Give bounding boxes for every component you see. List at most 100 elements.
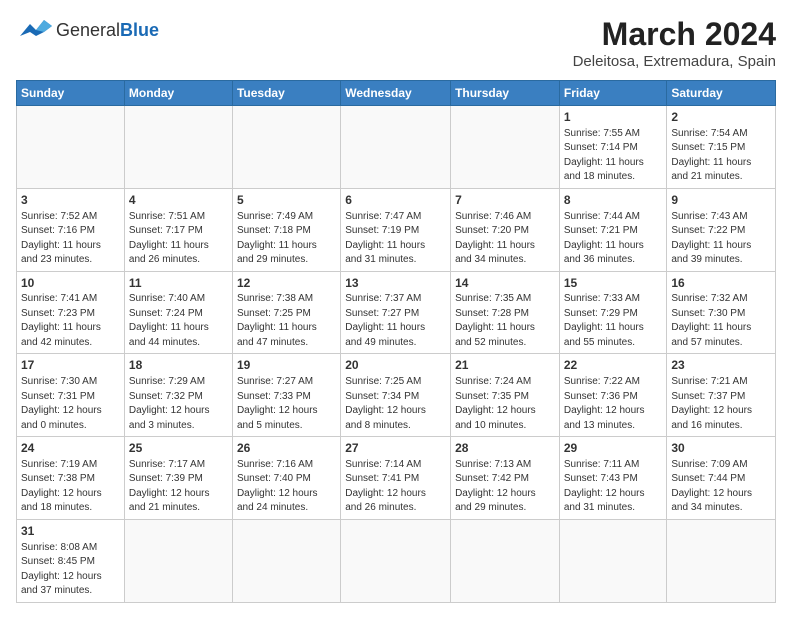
day-info: Sunrise: 7:38 AM Sunset: 7:25 PM Dayligh… xyxy=(237,292,336,350)
day-info: Sunrise: 7:46 AM Sunset: 7:20 PM Dayligh… xyxy=(455,210,555,268)
calendar-cell: 11Sunrise: 7:40 AM Sunset: 7:24 PM Dayli… xyxy=(124,271,232,354)
calendar-cell xyxy=(124,106,232,189)
day-number: 2 xyxy=(671,109,771,126)
day-header-sunday: Sunday xyxy=(17,81,125,106)
calendar-cell xyxy=(451,106,560,189)
day-info: Sunrise: 7:14 AM Sunset: 7:41 PM Dayligh… xyxy=(345,458,446,516)
calendar-table: SundayMondayTuesdayWednesdayThursdayFrid… xyxy=(16,80,776,603)
calendar-cell: 15Sunrise: 7:33 AM Sunset: 7:29 PM Dayli… xyxy=(559,271,667,354)
day-number: 19 xyxy=(237,357,336,374)
calendar-cell: 12Sunrise: 7:38 AM Sunset: 7:25 PM Dayli… xyxy=(232,271,340,354)
day-header-monday: Monday xyxy=(124,81,232,106)
day-info: Sunrise: 7:22 AM Sunset: 7:36 PM Dayligh… xyxy=(564,375,663,433)
day-number: 18 xyxy=(129,357,228,374)
calendar-cell xyxy=(559,519,667,602)
day-info: Sunrise: 7:35 AM Sunset: 7:28 PM Dayligh… xyxy=(455,292,555,350)
calendar-cell: 30Sunrise: 7:09 AM Sunset: 7:44 PM Dayli… xyxy=(667,437,776,520)
day-header-wednesday: Wednesday xyxy=(341,81,451,106)
calendar-cell: 24Sunrise: 7:19 AM Sunset: 7:38 PM Dayli… xyxy=(17,437,125,520)
day-info: Sunrise: 7:19 AM Sunset: 7:38 PM Dayligh… xyxy=(21,458,120,516)
day-info: Sunrise: 7:54 AM Sunset: 7:15 PM Dayligh… xyxy=(671,127,771,185)
calendar-cell: 5Sunrise: 7:49 AM Sunset: 7:18 PM Daylig… xyxy=(232,188,340,271)
day-number: 28 xyxy=(455,440,555,457)
day-info: Sunrise: 8:08 AM Sunset: 8:45 PM Dayligh… xyxy=(21,541,120,599)
day-number: 14 xyxy=(455,275,555,292)
day-info: Sunrise: 7:29 AM Sunset: 7:32 PM Dayligh… xyxy=(129,375,228,433)
day-info: Sunrise: 7:13 AM Sunset: 7:42 PM Dayligh… xyxy=(455,458,555,516)
calendar-cell: 31Sunrise: 8:08 AM Sunset: 8:45 PM Dayli… xyxy=(17,519,125,602)
day-info: Sunrise: 7:17 AM Sunset: 7:39 PM Dayligh… xyxy=(129,458,228,516)
day-info: Sunrise: 7:27 AM Sunset: 7:33 PM Dayligh… xyxy=(237,375,336,433)
calendar-week-row: 10Sunrise: 7:41 AM Sunset: 7:23 PM Dayli… xyxy=(17,271,776,354)
calendar-cell xyxy=(451,519,560,602)
day-info: Sunrise: 7:52 AM Sunset: 7:16 PM Dayligh… xyxy=(21,210,120,268)
day-info: Sunrise: 7:32 AM Sunset: 7:30 PM Dayligh… xyxy=(671,292,771,350)
calendar-cell xyxy=(232,519,340,602)
day-info: Sunrise: 7:43 AM Sunset: 7:22 PM Dayligh… xyxy=(671,210,771,268)
day-number: 17 xyxy=(21,357,120,374)
day-number: 25 xyxy=(129,440,228,457)
day-info: Sunrise: 7:37 AM Sunset: 7:27 PM Dayligh… xyxy=(345,292,446,350)
calendar-cell: 2Sunrise: 7:54 AM Sunset: 7:15 PM Daylig… xyxy=(667,106,776,189)
calendar-cell xyxy=(124,519,232,602)
day-header-thursday: Thursday xyxy=(451,81,560,106)
day-number: 29 xyxy=(564,440,663,457)
calendar-cell: 18Sunrise: 7:29 AM Sunset: 7:32 PM Dayli… xyxy=(124,354,232,437)
calendar-cell xyxy=(232,106,340,189)
day-number: 4 xyxy=(129,192,228,209)
calendar-cell xyxy=(341,106,451,189)
title-area: March 2024 Deleitosa, Extremadura, Spain xyxy=(573,16,776,70)
calendar-week-row: 24Sunrise: 7:19 AM Sunset: 7:38 PM Dayli… xyxy=(17,437,776,520)
calendar-cell: 29Sunrise: 7:11 AM Sunset: 7:43 PM Dayli… xyxy=(559,437,667,520)
day-number: 24 xyxy=(21,440,120,457)
day-header-saturday: Saturday xyxy=(667,81,776,106)
calendar-header-row: SundayMondayTuesdayWednesdayThursdayFrid… xyxy=(17,81,776,106)
day-info: Sunrise: 7:41 AM Sunset: 7:23 PM Dayligh… xyxy=(21,292,120,350)
day-number: 31 xyxy=(21,523,120,540)
day-header-friday: Friday xyxy=(559,81,667,106)
calendar-cell: 20Sunrise: 7:25 AM Sunset: 7:34 PM Dayli… xyxy=(341,354,451,437)
calendar-week-row: 31Sunrise: 8:08 AM Sunset: 8:45 PM Dayli… xyxy=(17,519,776,602)
calendar-week-row: 1Sunrise: 7:55 AM Sunset: 7:14 PM Daylig… xyxy=(17,106,776,189)
calendar-cell xyxy=(341,519,451,602)
calendar-cell: 6Sunrise: 7:47 AM Sunset: 7:19 PM Daylig… xyxy=(341,188,451,271)
day-info: Sunrise: 7:30 AM Sunset: 7:31 PM Dayligh… xyxy=(21,375,120,433)
day-info: Sunrise: 7:25 AM Sunset: 7:34 PM Dayligh… xyxy=(345,375,446,433)
calendar-subtitle: Deleitosa, Extremadura, Spain xyxy=(573,53,776,70)
day-number: 11 xyxy=(129,275,228,292)
day-number: 13 xyxy=(345,275,446,292)
calendar-title: March 2024 xyxy=(573,16,776,53)
day-number: 3 xyxy=(21,192,120,209)
day-number: 16 xyxy=(671,275,771,292)
day-number: 9 xyxy=(671,192,771,209)
calendar-cell: 19Sunrise: 7:27 AM Sunset: 7:33 PM Dayli… xyxy=(232,354,340,437)
calendar-cell: 13Sunrise: 7:37 AM Sunset: 7:27 PM Dayli… xyxy=(341,271,451,354)
day-number: 27 xyxy=(345,440,446,457)
day-header-tuesday: Tuesday xyxy=(232,81,340,106)
day-info: Sunrise: 7:21 AM Sunset: 7:37 PM Dayligh… xyxy=(671,375,771,433)
day-number: 15 xyxy=(564,275,663,292)
day-number: 5 xyxy=(237,192,336,209)
day-number: 10 xyxy=(21,275,120,292)
day-number: 21 xyxy=(455,357,555,374)
day-number: 7 xyxy=(455,192,555,209)
calendar-cell: 17Sunrise: 7:30 AM Sunset: 7:31 PM Dayli… xyxy=(17,354,125,437)
calendar-cell: 23Sunrise: 7:21 AM Sunset: 7:37 PM Dayli… xyxy=(667,354,776,437)
calendar-cell xyxy=(17,106,125,189)
logo-icon xyxy=(16,16,52,44)
calendar-cell: 9Sunrise: 7:43 AM Sunset: 7:22 PM Daylig… xyxy=(667,188,776,271)
calendar-cell: 26Sunrise: 7:16 AM Sunset: 7:40 PM Dayli… xyxy=(232,437,340,520)
day-number: 26 xyxy=(237,440,336,457)
day-number: 1 xyxy=(564,109,663,126)
calendar-cell: 27Sunrise: 7:14 AM Sunset: 7:41 PM Dayli… xyxy=(341,437,451,520)
day-info: Sunrise: 7:09 AM Sunset: 7:44 PM Dayligh… xyxy=(671,458,771,516)
calendar-cell: 21Sunrise: 7:24 AM Sunset: 7:35 PM Dayli… xyxy=(451,354,560,437)
day-info: Sunrise: 7:55 AM Sunset: 7:14 PM Dayligh… xyxy=(564,127,663,185)
day-number: 6 xyxy=(345,192,446,209)
day-info: Sunrise: 7:49 AM Sunset: 7:18 PM Dayligh… xyxy=(237,210,336,268)
calendar-cell: 28Sunrise: 7:13 AM Sunset: 7:42 PM Dayli… xyxy=(451,437,560,520)
calendar-week-row: 17Sunrise: 7:30 AM Sunset: 7:31 PM Dayli… xyxy=(17,354,776,437)
calendar-cell: 14Sunrise: 7:35 AM Sunset: 7:28 PM Dayli… xyxy=(451,271,560,354)
logo-general: GeneralBlue xyxy=(56,21,159,39)
calendar-week-row: 3Sunrise: 7:52 AM Sunset: 7:16 PM Daylig… xyxy=(17,188,776,271)
